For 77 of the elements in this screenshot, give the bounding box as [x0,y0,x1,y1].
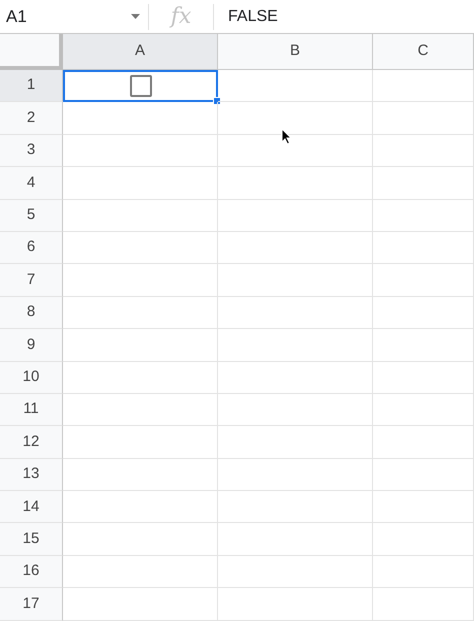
table-cell[interactable] [373,200,474,232]
table-cell[interactable] [218,296,373,330]
fill-handle[interactable] [213,97,221,106]
table-cell[interactable] [63,329,218,362]
table-cell[interactable] [63,588,218,621]
row-header[interactable]: 14 [0,491,63,524]
table-cell[interactable] [63,167,218,200]
row-header[interactable]: 7 [0,264,63,297]
table-cell[interactable] [373,362,474,394]
table-cell[interactable] [373,426,474,459]
table-cell[interactable] [218,491,373,524]
table-cell[interactable] [373,556,474,588]
table-cell[interactable] [63,264,218,297]
table-cell[interactable] [218,200,373,232]
table-cell[interactable] [373,102,474,135]
selected-cell[interactable] [63,70,218,102]
column-header[interactable]: C [373,34,474,70]
table-cell[interactable] [63,426,218,459]
table-cell[interactable] [63,458,218,492]
row-header[interactable]: 1 [0,70,63,102]
table-cell[interactable] [63,394,218,426]
table-cell[interactable] [63,491,218,524]
table-cell[interactable] [63,523,218,556]
table-cell[interactable] [373,394,474,426]
select-all-corner[interactable] [0,34,63,70]
row-header[interactable]: 2 [0,102,63,135]
row-header[interactable]: 16 [0,556,63,588]
formula-value[interactable]: FALSE [214,4,278,28]
table-cell[interactable] [218,329,373,362]
table-cell[interactable] [373,232,474,264]
table-cell[interactable] [218,70,373,102]
table-cell[interactable] [218,232,373,264]
row-header[interactable]: 4 [0,167,63,200]
table-cell[interactable] [218,362,373,394]
checkbox[interactable] [130,75,152,98]
table-cell[interactable] [373,523,474,556]
column-header[interactable]: A [63,34,218,70]
table-cell[interactable] [218,426,373,459]
row-header[interactable]: 9 [0,329,63,362]
table-cell[interactable] [373,329,474,362]
table-cell[interactable] [373,588,474,621]
row-header[interactable]: 10 [0,362,63,394]
row-header[interactable]: 3 [0,134,63,168]
table-cell[interactable] [373,167,474,200]
table-cell[interactable] [63,134,218,168]
row-header[interactable]: 6 [0,232,63,264]
table-cell[interactable] [218,556,373,588]
table-cell[interactable] [373,296,474,330]
caret-icon [131,14,140,19]
mouse-pointer-icon [281,128,292,145]
row-header[interactable]: 5 [0,200,63,232]
table-cell[interactable] [63,232,218,264]
row-header[interactable]: 13 [0,458,63,492]
row-header[interactable]: 8 [0,296,63,330]
function-label: fx [168,3,192,31]
table-cell[interactable] [218,264,373,297]
row-header[interactable]: 17 [0,588,63,621]
table-cell[interactable] [373,458,474,492]
row-header[interactable]: 15 [0,523,63,556]
table-cell[interactable] [63,362,218,394]
table-cell[interactable] [218,458,373,492]
table-cell[interactable] [63,102,218,135]
table-cell[interactable] [218,167,373,200]
table-cell[interactable] [373,134,474,168]
table-cell[interactable] [63,296,218,330]
table-cell[interactable] [218,523,373,556]
row-header[interactable]: 11 [0,394,63,426]
table-cell[interactable] [63,200,218,232]
table-cell[interactable] [373,264,474,297]
name-box[interactable]: A1 [0,4,148,30]
table-cell[interactable] [63,556,218,588]
table-cell[interactable] [218,394,373,426]
table-cell[interactable] [373,491,474,524]
column-header[interactable]: B [218,34,373,70]
table-cell[interactable] [373,70,474,102]
row-header[interactable]: 12 [0,426,63,459]
table-cell[interactable] [218,588,373,621]
